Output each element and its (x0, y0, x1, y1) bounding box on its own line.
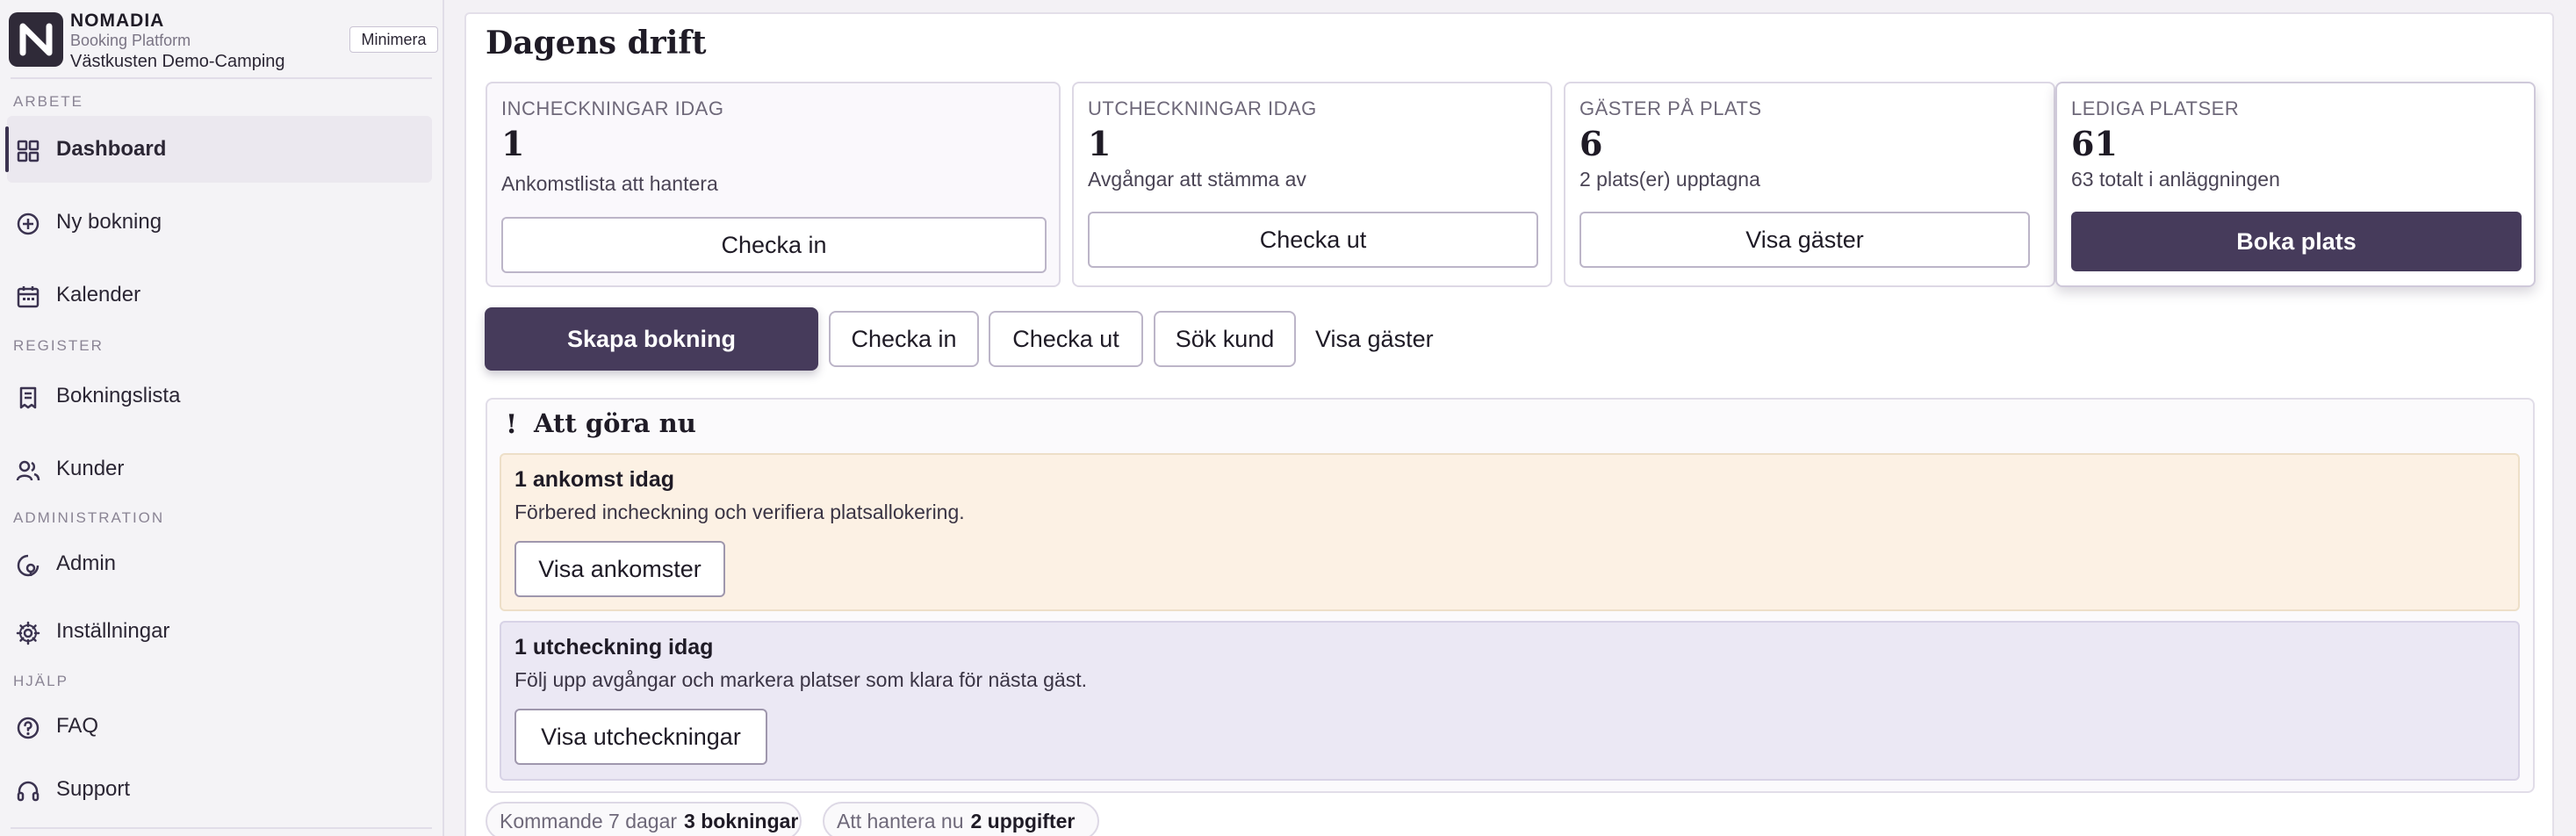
task-arrivals: 1 ankomst idag Förbered incheckning och … (500, 453, 2520, 611)
exclamation-icon: ! (506, 409, 518, 440)
card-value: 1 (501, 124, 525, 163)
show-guests-button[interactable]: Visa gäster (1579, 212, 2030, 268)
brand-header: NOMADIA Booking Platform Västkusten Demo… (7, 11, 438, 71)
section-label-help: HJÄLP (13, 673, 68, 689)
card-subtitle: 63 totalt i anläggningen (2071, 168, 2280, 191)
sidebar-item-label: Kalender (56, 283, 141, 306)
card-label: UTCHECKNINGAR IDAG (1088, 97, 1317, 119)
card-checkins-today: INCHECKNINGAR IDAG 1 Ankomstlista att ha… (486, 82, 1061, 287)
todo-title: Att göra nu (534, 408, 696, 438)
sidebar-item-label: Dashboard (56, 137, 167, 161)
pill-value: 2 uppgifter (970, 810, 1076, 832)
card-checkouts-today: UTCHECKNINGAR IDAG 1 Avgångar att stämma… (1072, 82, 1552, 287)
sidebar-item-calendar[interactable]: Kalender (7, 262, 432, 328)
users-icon (16, 460, 40, 481)
sidebar-item-label: Ny bokning (56, 210, 162, 234)
create-booking-button[interactable]: Skapa bokning (485, 307, 818, 371)
sidebar-item-new-booking[interactable]: Ny bokning (7, 189, 432, 256)
show-guests-link[interactable]: Visa gäster (1315, 311, 1434, 367)
sidebar-item-admin[interactable]: Admin (7, 530, 432, 597)
card-subtitle: Ankomstlista att hantera (501, 172, 718, 195)
card-available-sites: LEDIGA PLATSER 61 63 totalt i anläggning… (2055, 82, 2536, 287)
book-site-button[interactable]: Boka plats (2071, 212, 2522, 271)
card-guests-on-site: GÄSTER PÅ PLATS 6 2 plats(er) upptagna V… (1564, 82, 2055, 287)
headset-icon (17, 781, 40, 802)
sidebar-divider (11, 827, 432, 829)
card-label: GÄSTER PÅ PLATS (1579, 97, 1762, 119)
sidebar-item-customers[interactable]: Kunder (7, 436, 432, 502)
pill-value: 3 bokningar (684, 810, 799, 832)
sidebar-item-label: Support (56, 777, 131, 801)
quick-checkin-button[interactable]: Checka in (829, 311, 979, 367)
show-arrivals-button[interactable]: Visa ankomster (514, 541, 725, 597)
checkin-button[interactable]: Checka in (501, 217, 1047, 273)
task-description: Förbered incheckning och verifiera plats… (514, 501, 965, 523)
card-subtitle: Avgångar att stämma av (1088, 168, 1306, 191)
task-description: Följ upp avgångar och markera platser so… (514, 668, 1087, 691)
sidebar-item-support[interactable]: Support (7, 756, 432, 823)
gear-icon (16, 621, 40, 645)
brand-subtitle: Booking Platform (70, 32, 191, 49)
section-label-register: REGISTER (13, 337, 104, 354)
sidebar-item-label: Inställningar (56, 619, 170, 643)
card-value: 1 (1088, 124, 1112, 163)
card-label: INCHECKNINGAR IDAG (501, 97, 724, 119)
section-label-work: ARBETE (13, 93, 84, 110)
page-title: Dagens drift (486, 25, 707, 61)
card-label: LEDIGA PLATSER (2071, 97, 2240, 119)
admin-icon (17, 554, 40, 577)
receipt-icon (19, 386, 37, 409)
sidebar-item-settings[interactable]: Inställningar (7, 598, 432, 665)
checkout-button[interactable]: Checka ut (1088, 212, 1538, 268)
sidebar-item-booking-list[interactable]: Bokningslista (7, 363, 432, 429)
summary-pill-tasks: Att hantera nu 2 uppgifter (823, 802, 1099, 836)
sidebar-item-label: FAQ (56, 714, 99, 738)
card-subtitle: 2 plats(er) upptagna (1579, 168, 1760, 191)
show-departures-button[interactable]: Visa utcheckningar (514, 709, 767, 765)
dashboard-icon (17, 140, 40, 162)
quick-checkout-button[interactable]: Checka ut (989, 311, 1143, 367)
calendar-icon (17, 286, 40, 308)
card-value: 61 (2071, 124, 2118, 163)
sidebar-item-label: Bokningslista (56, 384, 181, 407)
sidebar-item-dashboard[interactable]: Dashboard (5, 116, 432, 183)
search-customer-button[interactable]: Sök kund (1154, 311, 1296, 367)
sidebar-item-label: Admin (56, 551, 117, 575)
task-title: 1 utcheckning idag (514, 635, 714, 659)
task-title: 1 ankomst idag (514, 467, 674, 492)
site-name: Västkusten Demo-Camping (70, 52, 285, 71)
help-circle-icon (17, 717, 40, 739)
pill-label: Att hantera nu (837, 810, 964, 832)
brand-name: NOMADIA (70, 11, 165, 31)
nomadia-logo-icon (9, 12, 63, 67)
card-value: 6 (1579, 124, 1603, 163)
sidebar-item-faq[interactable]: FAQ (7, 693, 432, 760)
sidebar: NOMADIA Booking Platform Västkusten Demo… (0, 0, 444, 836)
task-departures: 1 utcheckning idag Följ upp avgångar och… (500, 621, 2520, 781)
minimize-button[interactable]: Minimera (349, 26, 438, 53)
sidebar-item-label: Kunder (56, 457, 125, 480)
section-label-admin: ADMINISTRATION (13, 509, 165, 526)
sidebar-divider (11, 77, 432, 79)
pill-label: Kommande 7 dagar (500, 810, 678, 832)
summary-pill-upcoming: Kommande 7 dagar 3 bokningar (486, 802, 802, 836)
plus-circle-icon (17, 213, 40, 235)
